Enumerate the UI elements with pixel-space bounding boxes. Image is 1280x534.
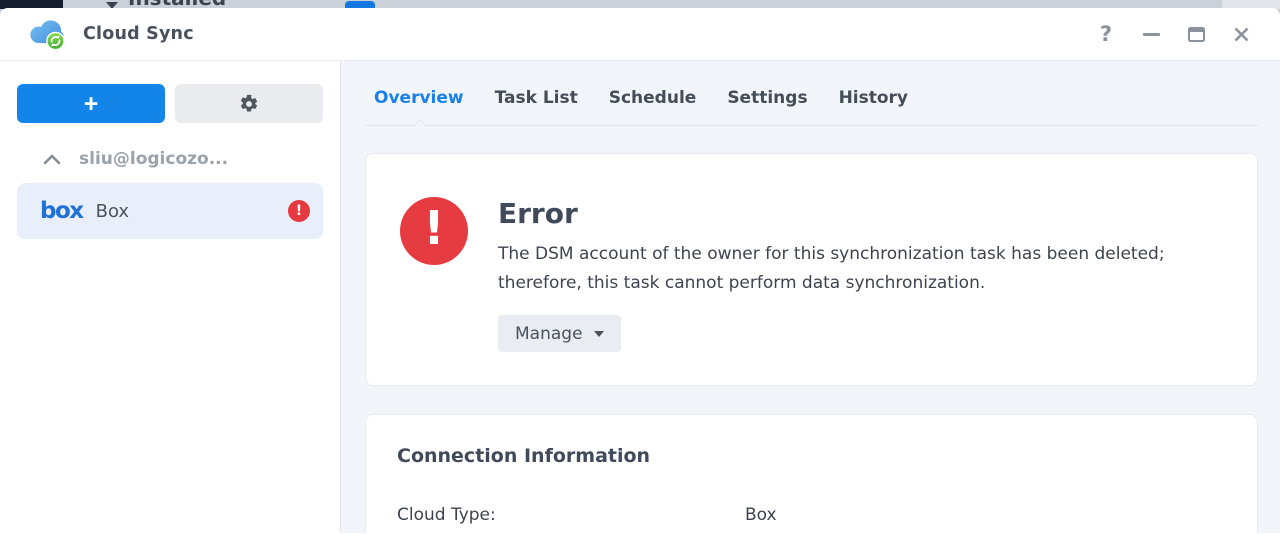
minimize-icon: [1142, 32, 1160, 36]
manage-button[interactable]: Manage: [498, 315, 621, 352]
settings-gear-button[interactable]: [175, 84, 323, 123]
error-message-line1: The DSM account of the owner for this sy…: [498, 244, 1165, 264]
main-content: Overview Task List Schedule Settings His…: [341, 61, 1280, 533]
cloud-sync-window: Cloud Sync ? + sliu@logicozo... box Box …: [0, 8, 1280, 534]
account-name: sliu@logicozo...: [79, 149, 229, 169]
sidebar-button-row: +: [0, 84, 340, 123]
sidebar-item-box-connection[interactable]: box Box !: [17, 183, 323, 239]
connection-info-row: Cloud Type: Box: [397, 505, 1227, 525]
error-message-line2: therefore, this task cannot perform data…: [498, 273, 986, 293]
connection-information-title: Connection Information: [397, 445, 651, 467]
cloud-type-value: Box: [745, 505, 777, 525]
maximize-button[interactable]: [1181, 19, 1211, 49]
title-bar: Cloud Sync ?: [0, 8, 1280, 61]
tab-bar: Overview Task List Schedule Settings His…: [365, 61, 1258, 134]
connection-information-panel: Connection Information Cloud Type: Box: [365, 414, 1258, 533]
tab-schedule[interactable]: Schedule: [609, 88, 697, 108]
error-exclamation-icon: !: [400, 197, 468, 265]
gear-icon: [240, 94, 258, 111]
tab-task-list[interactable]: Task List: [495, 88, 578, 108]
app-title: Cloud Sync: [83, 24, 194, 44]
tab-history[interactable]: History: [839, 88, 908, 108]
connection-name: Box: [95, 200, 130, 222]
error-panel: ! Error The DSM account of the owner for…: [365, 153, 1258, 386]
close-button[interactable]: [1226, 19, 1256, 49]
minimize-button[interactable]: [1136, 19, 1166, 49]
window-controls: ?: [1091, 19, 1256, 49]
maximize-icon: [1187, 26, 1205, 42]
active-tab-notch: [412, 118, 428, 134]
cloud-sync-logo-icon: [28, 16, 68, 52]
close-icon: [1234, 27, 1248, 41]
help-icon: ?: [1099, 22, 1113, 46]
box-logo-icon: box: [40, 198, 84, 224]
add-connection-button[interactable]: +: [17, 84, 165, 123]
tab-settings[interactable]: Settings: [727, 88, 807, 108]
account-group-header[interactable]: sliu@logicozo...: [42, 149, 340, 169]
manage-button-label: Manage: [515, 323, 583, 344]
error-title: Error: [498, 197, 578, 230]
sidebar: + sliu@logicozo... box Box !: [0, 61, 341, 533]
error-message: The DSM account of the owner for this sy…: [498, 240, 1165, 298]
tab-overview[interactable]: Overview: [374, 88, 464, 108]
cloud-type-label: Cloud Type:: [397, 505, 496, 525]
chevron-down-icon: [593, 331, 604, 342]
error-badge-icon: !: [288, 200, 310, 222]
help-button[interactable]: ?: [1091, 19, 1121, 49]
chevron-up-icon: [43, 154, 61, 165]
window-body: + sliu@logicozo... box Box ! Overview Ta…: [0, 61, 1280, 533]
